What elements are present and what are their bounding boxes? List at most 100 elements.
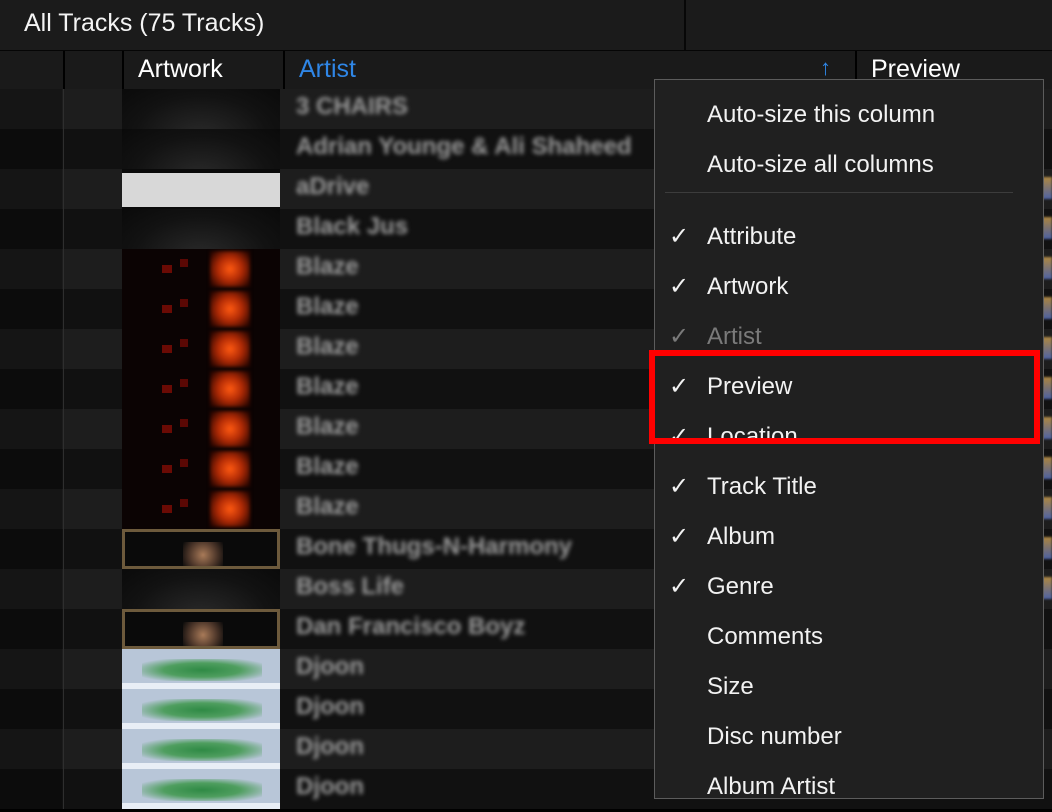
row-cell-divider [63, 449, 64, 489]
artwork-thumbnail [122, 609, 280, 649]
menu-item-disc-number[interactable]: Disc number [655, 712, 1043, 762]
menu-item-attribute[interactable]: ✓ Attribute [655, 212, 1043, 262]
artist-cell: Blaze [296, 293, 359, 320]
artist-cell: Bone Thugs-N-Harmony [296, 533, 572, 560]
row-cell-divider [63, 329, 64, 369]
column-header-artwork-label: Artwork [138, 55, 223, 83]
menu-item-artwork[interactable]: ✓ Artwork [655, 262, 1043, 312]
menu-item-label: Preview [707, 373, 793, 400]
row-attribute-cell [0, 409, 62, 449]
row-attribute-cell [0, 209, 62, 249]
checkmark-icon: ✓ [669, 523, 690, 550]
menu-item-location[interactable]: ✓ Location [655, 412, 1043, 462]
checkmark-icon: ✓ [669, 273, 690, 300]
menu-item-label: Size [707, 673, 754, 700]
row-attribute-cell [0, 369, 62, 409]
column-header-artist-label: Artist [299, 55, 356, 83]
menu-item-label: Artwork [707, 273, 789, 300]
artwork-thumbnail [122, 249, 280, 289]
artwork-thumbnail [122, 169, 280, 209]
menu-item-preview[interactable]: ✓ Preview [655, 362, 1043, 412]
column-header-blank-1[interactable] [0, 51, 62, 89]
row-cell-divider [63, 169, 64, 209]
row-cell-divider [63, 89, 64, 129]
menu-item-genre[interactable]: ✓ Genre [655, 562, 1043, 612]
menu-item-size[interactable]: Size [655, 662, 1043, 712]
checkmark-icon: ✓ [669, 573, 690, 600]
menu-item-label: Attribute [707, 223, 797, 250]
artist-cell: Adrian Younge & Ali Shaheed [296, 133, 632, 160]
artwork-thumbnail [122, 649, 280, 689]
artist-cell: Blaze [296, 413, 359, 440]
artwork-thumbnail [122, 569, 280, 609]
row-cell-divider [63, 409, 64, 449]
row-attribute-cell [0, 289, 62, 329]
artist-cell: Blaze [296, 253, 359, 280]
artist-cell: Blaze [296, 453, 359, 480]
artist-cell: Djoon [296, 733, 364, 760]
row-cell-divider [63, 249, 64, 289]
title-bar: All Tracks (75 Tracks) [0, 0, 1052, 51]
menu-item-label: Auto-size this column [707, 101, 936, 128]
artist-cell: Blaze [296, 333, 359, 360]
title-bar-divider [684, 0, 686, 50]
artist-cell: aDrive [296, 173, 370, 200]
row-cell-divider [63, 729, 64, 769]
row-attribute-cell [0, 169, 62, 209]
artist-cell: Djoon [296, 653, 364, 680]
row-attribute-cell [0, 609, 62, 649]
menu-item-label: Album Artist [707, 773, 836, 800]
row-cell-divider [63, 129, 64, 169]
sort-ascending-icon[interactable]: ↑ [820, 55, 831, 81]
checkmark-icon: ✓ [669, 423, 690, 450]
menu-item-album-artist[interactable]: Album Artist [655, 762, 1043, 812]
menu-separator [665, 192, 1013, 193]
artwork-thumbnail [122, 129, 280, 169]
row-attribute-cell [0, 329, 62, 369]
artwork-thumbnail [122, 729, 280, 769]
row-attribute-cell [0, 569, 62, 609]
row-attribute-cell [0, 489, 62, 529]
artist-cell: Djoon [296, 773, 364, 800]
artwork-thumbnail [122, 329, 280, 369]
menu-item-label: Album [707, 523, 776, 550]
column-context-menu: Auto-size this column Auto-size all colum… [654, 79, 1044, 800]
menu-item-comments[interactable]: Comments [655, 612, 1043, 662]
menu-item-label: Track Title [707, 473, 817, 500]
checkmark-icon: ✓ [669, 223, 690, 250]
row-cell-divider [63, 769, 64, 809]
artist-cell: Dan Francisco Boyz [296, 613, 526, 640]
menu-item-label: Comments [707, 623, 824, 650]
row-cell-divider [63, 689, 64, 729]
artwork-thumbnail [122, 369, 280, 409]
menu-item-auto-size-all-columns[interactable]: Auto-size all columns [655, 140, 1043, 190]
artist-cell: Boss Life [296, 573, 405, 600]
row-cell-divider [63, 209, 64, 249]
menu-item-label: Artist [707, 323, 762, 350]
artwork-thumbnail [122, 89, 280, 129]
artist-cell: 3 CHAIRS [296, 93, 409, 120]
artwork-thumbnail [122, 689, 280, 729]
row-attribute-cell [0, 449, 62, 489]
artwork-thumbnail [122, 529, 280, 569]
row-attribute-cell [0, 89, 62, 129]
row-attribute-cell [0, 769, 62, 809]
menu-item-label: Disc number [707, 723, 842, 750]
menu-item-label: Location [707, 423, 798, 450]
row-attribute-cell [0, 729, 62, 769]
artwork-thumbnail [122, 449, 280, 489]
column-header-blank-2[interactable] [63, 51, 123, 89]
row-cell-divider [63, 569, 64, 609]
menu-item-artist: ✓ Artist [655, 312, 1043, 362]
checkmark-icon: ✓ [669, 373, 690, 400]
track-list-title: All Tracks (75 Tracks) [24, 9, 265, 37]
menu-item-album[interactable]: ✓ Album [655, 512, 1043, 562]
menu-item-auto-size-this-column[interactable]: Auto-size this column [655, 90, 1043, 140]
column-header-artwork[interactable]: Artwork [122, 51, 282, 89]
artist-cell: Blaze [296, 373, 359, 400]
artwork-thumbnail [122, 409, 280, 449]
row-attribute-cell [0, 529, 62, 569]
artwork-thumbnail [122, 489, 280, 529]
menu-item-track-title[interactable]: ✓ Track Title [655, 462, 1043, 512]
artwork-thumbnail [122, 769, 280, 809]
